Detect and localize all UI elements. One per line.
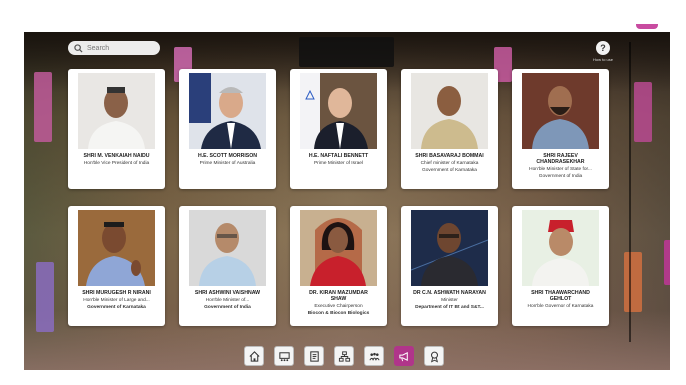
speaker-name: SHRI MURUGESH R NIRANI xyxy=(82,290,151,296)
speaker-card[interactable]: SHRI RAJEEV CHANDRASEKHAR Hon'ble Minist… xyxy=(512,69,609,189)
speaker-photo xyxy=(522,73,599,149)
speaker-photo xyxy=(189,73,266,149)
hall-banner xyxy=(634,82,652,142)
speaker-designation: Hon'ble Minister of Large and... xyxy=(83,298,150,303)
award-button[interactable] xyxy=(424,346,444,366)
speaker-designation: Hon'ble Minister of State for... xyxy=(529,167,592,172)
speaker-name: H.E. NAFTALI BENNETT xyxy=(308,153,369,159)
speaker-designation: Prime Minister of Australia xyxy=(199,161,256,166)
bottom-toolbar xyxy=(244,346,444,366)
speaker-card[interactable]: H.E. SCOTT MORRISON Prime Minister of Au… xyxy=(179,69,276,189)
speaker-organization: Government of India xyxy=(204,305,251,310)
theatre-button[interactable] xyxy=(274,346,294,366)
award-icon xyxy=(430,351,438,362)
speaker-card[interactable]: SHRI THAAWARCHAND GEHLOT Hon'ble Governo… xyxy=(512,206,609,326)
speaker-name-line-2: CHANDRASEKHAR xyxy=(536,159,585,165)
speaker-photo xyxy=(300,210,377,286)
speaker-card[interactable]: DR C.N. ASHWATH NARAYAN Minister Departm… xyxy=(401,206,498,326)
speaker-designation: Minister xyxy=(441,298,458,303)
speaker-card[interactable]: SHRI MURUGESH R NIRANI Hon'ble Minister … xyxy=(68,206,165,326)
speaker-card[interactable]: SHRI ASHWINI VAISHNAW Hon'ble Minister o… xyxy=(179,206,276,326)
search-placeholder: Search xyxy=(87,44,110,52)
speaker-photo xyxy=(78,73,155,149)
network-button[interactable] xyxy=(334,346,354,366)
speaker-name-line-2: SHAW xyxy=(330,296,347,302)
help-label: How to use xyxy=(592,57,613,62)
speaker-organization: Biocon & Biocon Biologics xyxy=(307,311,370,316)
speaker-photo xyxy=(522,210,599,286)
speaker-card[interactable]: H.E. NAFTALI BENNETT Prime Minister of I… xyxy=(290,69,387,189)
hall-banner xyxy=(624,252,642,312)
megaphone-icon xyxy=(398,351,408,361)
speaker-photo xyxy=(411,73,488,149)
speaker-organization: Government of Karnataka xyxy=(87,305,146,310)
speaker-card[interactable]: DR. KIRAN MAZUMDAR SHAW Executive Chairp… xyxy=(290,206,387,326)
speaker-designation: Hon'ble Governor of Karnataka xyxy=(527,304,594,309)
stage-screen xyxy=(299,37,394,67)
hall-banner xyxy=(34,72,52,142)
speaker-designation: Hon'ble Vice President of India xyxy=(83,161,150,166)
side-panel-tab[interactable] xyxy=(664,240,670,285)
top-accent-tab[interactable] xyxy=(636,24,658,29)
speaker-photo xyxy=(300,73,377,149)
speaker-designation: Chief minister of Karnataka xyxy=(420,161,479,166)
speaker-name-line-2: GEHLOT xyxy=(549,296,572,302)
help-button[interactable]: ? xyxy=(596,41,610,55)
search-icon xyxy=(74,43,83,53)
speaker-photo xyxy=(189,210,266,286)
home-icon xyxy=(248,350,260,362)
people-button[interactable] xyxy=(364,346,384,366)
home-button[interactable] xyxy=(244,346,264,366)
speaker-card[interactable]: SHRI M. VENKAIAH NAIDU Hon'ble Vice Pres… xyxy=(68,69,165,189)
hall-banner xyxy=(36,262,54,332)
speaker-name: DR C.N. ASHWATH NARAYAN xyxy=(413,290,486,296)
agenda-icon xyxy=(309,350,319,362)
speaker-designation: Prime Minister of Israel xyxy=(313,161,364,166)
speaker-name: SHRI BASAVARAJ BOMMAI xyxy=(415,153,484,159)
people-icon xyxy=(368,352,380,360)
speaker-designation: Hon'ble Minister of... xyxy=(205,298,250,303)
theatre-icon xyxy=(278,351,290,361)
speaker-organization: Department of IT Bt and S&T... xyxy=(415,305,484,310)
search-input[interactable]: Search xyxy=(68,41,160,55)
speaker-photo xyxy=(78,210,155,286)
speaker-name: SHRI M. VENKAIAH NAIDU xyxy=(83,153,150,159)
network-icon xyxy=(338,350,350,362)
speaker-organization: Government of India xyxy=(538,174,583,179)
agenda-button[interactable] xyxy=(304,346,324,366)
speaker-photo xyxy=(411,210,488,286)
speaker-card[interactable]: SHRI BASAVARAJ BOMMAI Chief minister of … xyxy=(401,69,498,189)
speaker-name: H.E. SCOTT MORRISON xyxy=(197,153,258,159)
announcements-button[interactable] xyxy=(394,346,414,366)
speaker-designation: Executive Chairperson xyxy=(314,304,363,309)
speaker-organization: Government of Karnataka xyxy=(422,168,477,173)
speaker-name: SHRI ASHWINI VAISHNAW xyxy=(194,290,261,296)
scrollbar[interactable] xyxy=(629,42,631,342)
